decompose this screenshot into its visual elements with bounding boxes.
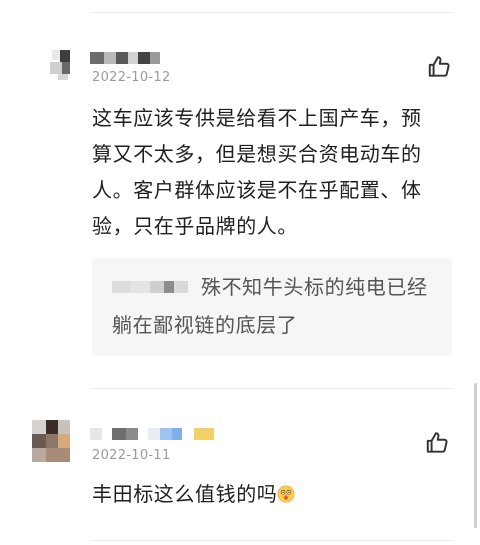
avatar[interactable] bbox=[44, 50, 82, 92]
astonished-face-emoji bbox=[277, 485, 295, 503]
reply-box[interactable]: 殊不知牛头标的纯电已经躺在鄙视链的底层了 bbox=[92, 258, 452, 356]
reply-text-wrap: 殊不知牛头标的纯电已经躺在鄙视链的底层了 bbox=[112, 268, 434, 344]
bottom-divider bbox=[92, 540, 452, 541]
top-divider bbox=[92, 12, 452, 13]
comment-date: 2022-10-12 bbox=[92, 70, 171, 85]
reply-username-blurred[interactable] bbox=[112, 277, 194, 297]
username-blurred[interactable] bbox=[90, 52, 162, 68]
username-blurred[interactable] bbox=[90, 428, 220, 444]
comment-divider bbox=[92, 388, 452, 389]
thumbs-up-icon[interactable] bbox=[424, 430, 450, 456]
avatar[interactable] bbox=[32, 420, 70, 462]
comment-text: 这车应该专供是给看不上国产车，预算又不太多，但是想买合资电动车的人。客户群体应该… bbox=[92, 106, 422, 238]
comment-text-wrap: 丰田标这么值钱的吗 bbox=[92, 476, 432, 512]
thumbs-up-icon[interactable] bbox=[426, 54, 452, 80]
scrollbar[interactable] bbox=[474, 383, 477, 528]
comment-text: 丰田标这么值钱的吗 bbox=[92, 482, 278, 506]
comment-date: 2022-10-11 bbox=[92, 448, 171, 463]
